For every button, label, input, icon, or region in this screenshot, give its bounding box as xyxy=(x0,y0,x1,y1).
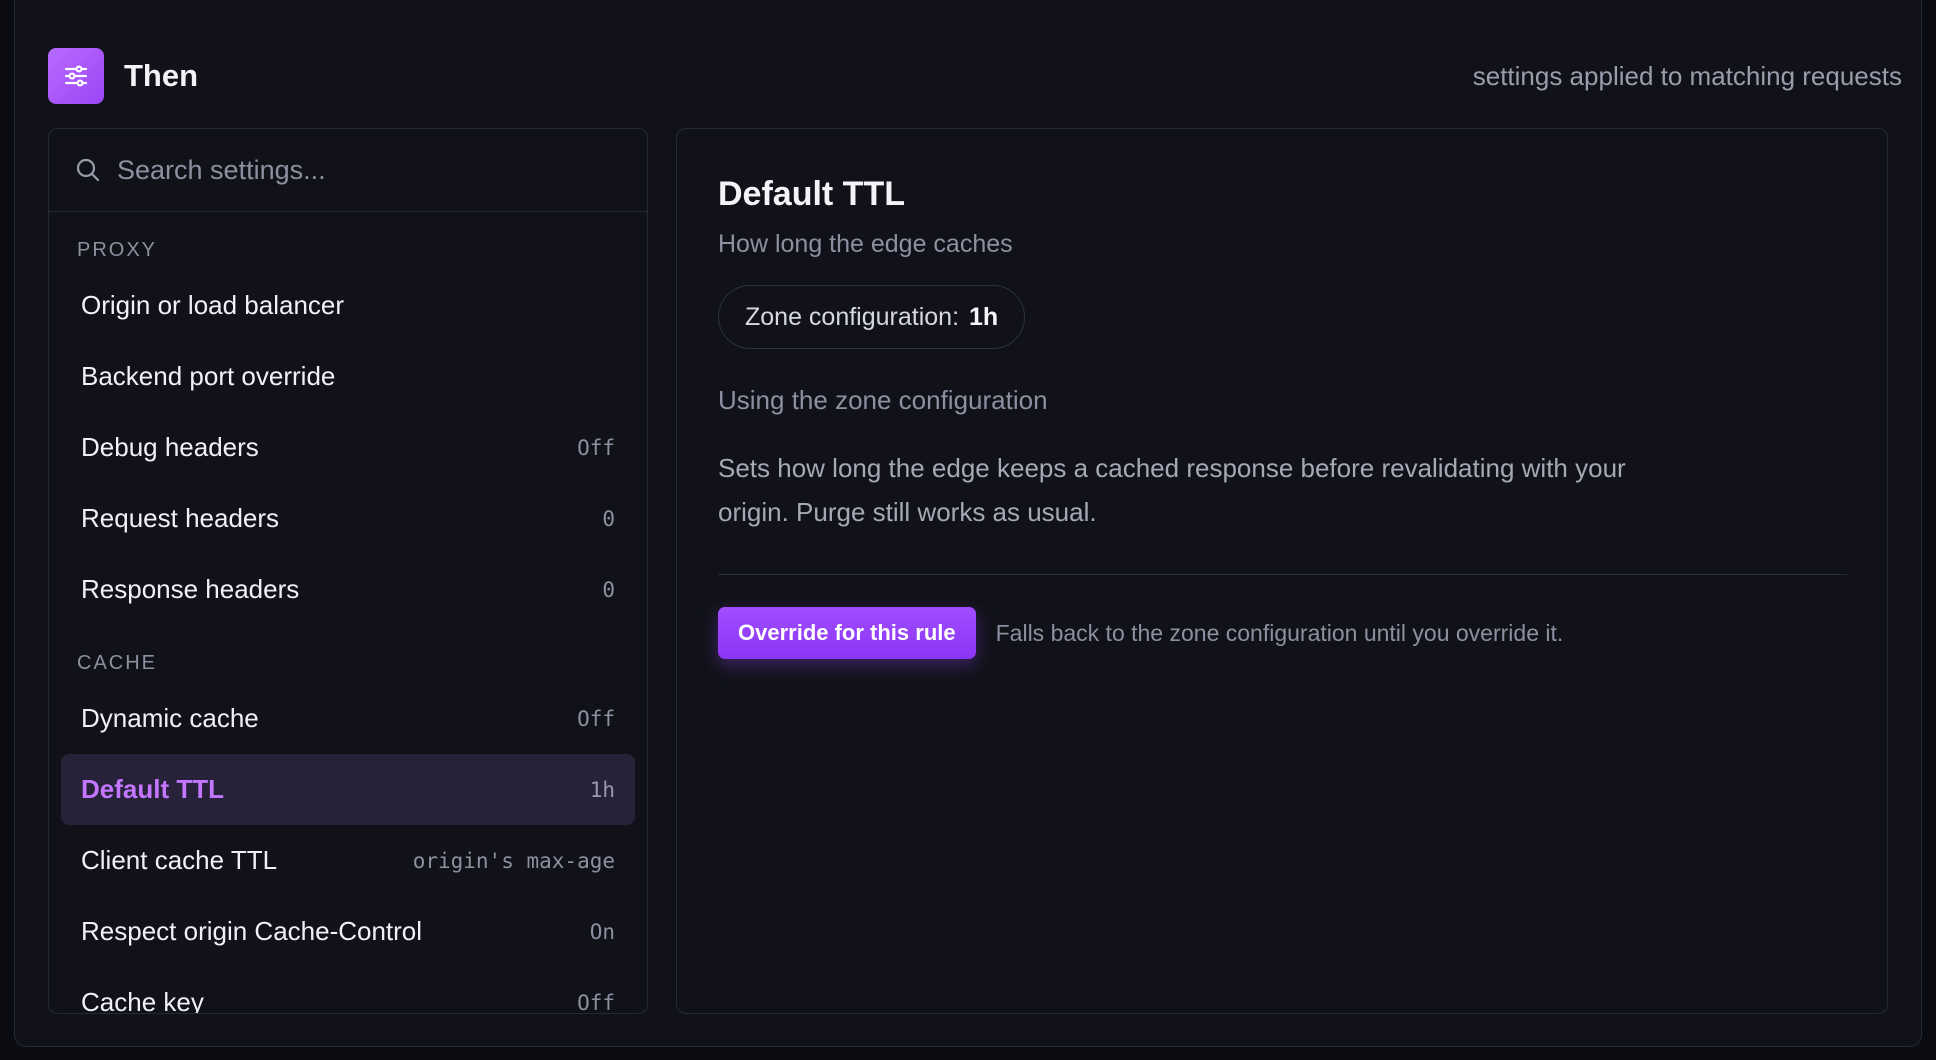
zone-config-label: Zone configuration: xyxy=(745,302,960,331)
sidebar-item-cache-key[interactable]: Cache key Off xyxy=(61,967,635,1014)
settings-list: PROXY Origin or load balancer Backend po… xyxy=(49,212,647,1014)
sidebar-item-value: 0 xyxy=(602,506,615,531)
group-label-cache: CACHE xyxy=(77,652,158,674)
sidebar-item-value: 0 xyxy=(602,577,615,602)
sidebar-item-label: Client cache TTL xyxy=(81,845,278,875)
zone-config-badge: Zone configuration: 1h xyxy=(718,285,1026,349)
divider xyxy=(718,574,1847,575)
sidebar-item-backend-port[interactable]: Backend port override xyxy=(61,341,635,412)
sidebar-item-value: 1h xyxy=(589,777,615,802)
sidebar-item-label: Default TTL xyxy=(81,774,224,804)
group-label-proxy: PROXY xyxy=(77,239,158,261)
sidebar-item-response-headers[interactable]: Response headers 0 xyxy=(61,554,635,625)
sidebar-item-label: Respect origin Cache-Control xyxy=(81,916,423,946)
search-placeholder: Search settings... xyxy=(117,154,326,185)
settings-sidebar: Search settings... PROXY Origin or load … xyxy=(48,128,648,1014)
sidebar-item-value: Off xyxy=(577,706,615,731)
sidebar-item-label: Response headers xyxy=(81,574,300,604)
action-row: Override for this rule Falls back to the… xyxy=(718,607,1847,659)
fallback-note: Falls back to the zone configuration unt… xyxy=(995,619,1564,646)
sidebar-item-origin[interactable]: Origin or load balancer xyxy=(61,270,635,341)
sidebar-item-label: Dynamic cache xyxy=(81,703,259,733)
sidebar-item-label: Request headers xyxy=(81,503,280,533)
sidebar-item-value: Off xyxy=(577,435,615,460)
then-header: Then settings applied to matching reques… xyxy=(48,48,1902,104)
zone-config-value: 1h xyxy=(969,302,999,331)
setting-description: Sets how long the edge keeps a cached re… xyxy=(718,453,1626,527)
sidebar-item-debug-headers[interactable]: Debug headers Off xyxy=(61,412,635,483)
section-title: Then xyxy=(124,58,199,93)
setting-subtitle: How long the edge caches xyxy=(718,230,1013,258)
sidebar-item-label: Debug headers xyxy=(81,432,259,462)
setting-detail-panel: Default TTL How long the edge caches Zon… xyxy=(676,128,1888,1014)
sidebar-item-default-ttl[interactable]: Default TTL 1h xyxy=(61,754,635,825)
setting-title: Default TTL xyxy=(718,175,905,213)
sidebar-item-request-headers[interactable]: Request headers 0 xyxy=(61,483,635,554)
sidebar-item-label: Backend port override xyxy=(81,361,336,391)
sidebar-item-value: Off xyxy=(577,990,615,1014)
search-input[interactable]: Search settings... xyxy=(49,129,647,212)
search-icon xyxy=(76,158,100,182)
sidebar-item-value: origin's max-age xyxy=(412,848,615,873)
sidebar-item-dynamic-cache[interactable]: Dynamic cache Off xyxy=(61,683,635,754)
override-button[interactable]: Override for this rule xyxy=(718,607,976,659)
sidebar-item-respect-cache-control[interactable]: Respect origin Cache-Control On xyxy=(61,896,635,967)
section-note: settings applied to matching requests xyxy=(1472,60,1902,91)
sidebar-item-label: Origin or load balancer xyxy=(81,290,345,320)
setting-status: Using the zone configuration xyxy=(718,385,1048,415)
sliders-icon xyxy=(48,48,104,104)
sidebar-item-value: On xyxy=(589,919,615,944)
sidebar-item-label: Cache key xyxy=(81,987,204,1014)
sidebar-item-client-cache-ttl[interactable]: Client cache TTL origin's max-age xyxy=(61,825,635,896)
